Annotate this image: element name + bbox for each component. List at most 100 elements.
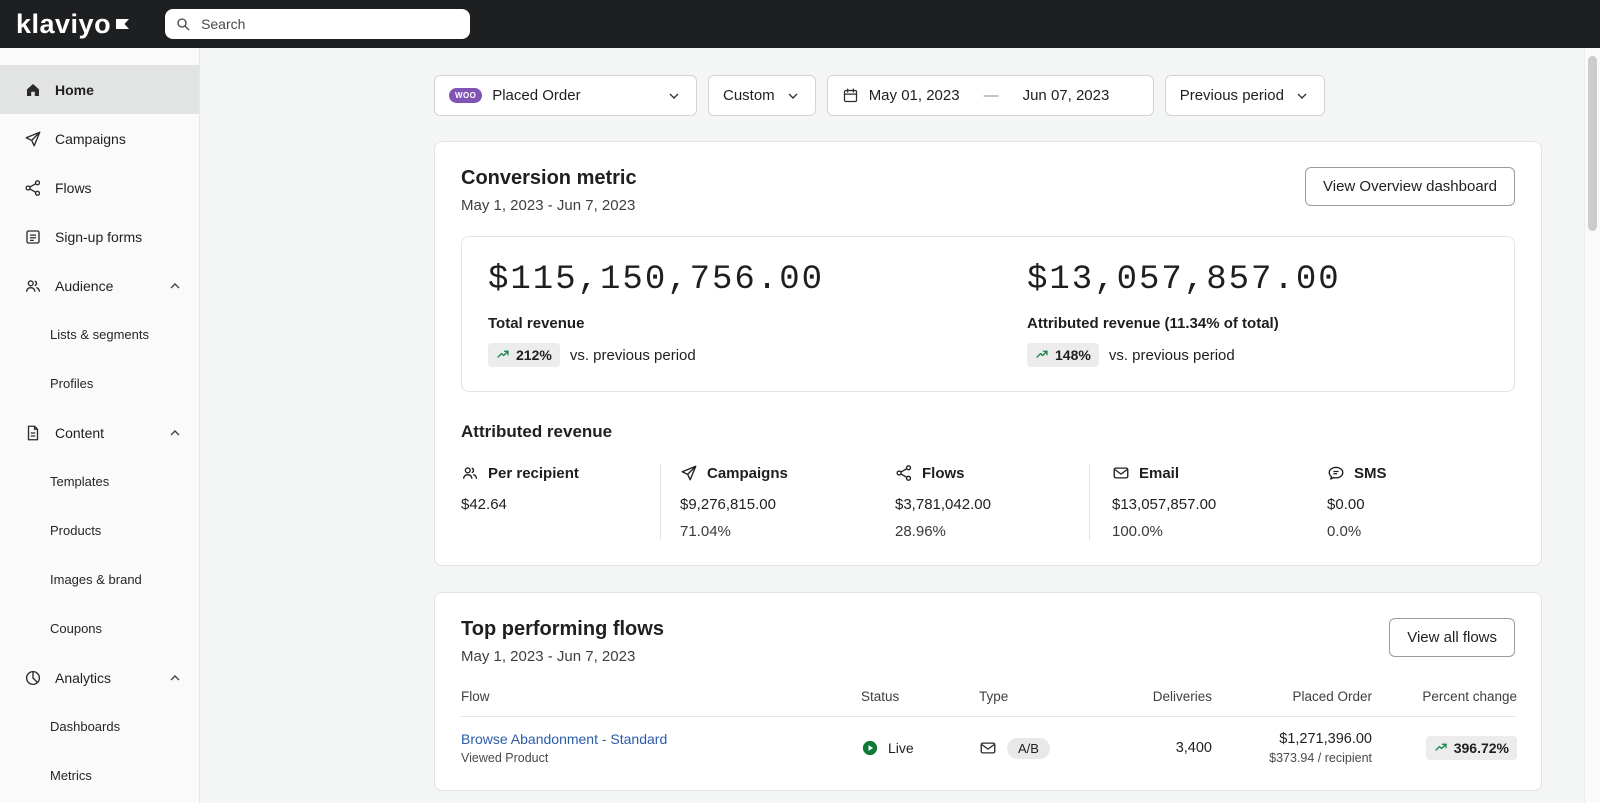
breakdown-col-campaigns: Campaigns $9,276,815.00 71.04%: [660, 464, 895, 540]
calendar-icon: [842, 87, 859, 104]
sidebar-item-products[interactable]: Products: [0, 506, 199, 555]
breakdown-percent: 71.04%: [680, 523, 731, 540]
sidebar-item-campaigns[interactable]: Campaigns: [0, 114, 199, 163]
woocommerce-badge: WOO: [449, 88, 483, 103]
flow-trigger: Viewed Product: [461, 751, 549, 765]
breakdown-label: SMS: [1354, 464, 1387, 482]
date-range-picker[interactable]: May 01, 2023 — Jun 07, 2023: [826, 75, 1154, 116]
compare-period-select[interactable]: Previous period: [1164, 75, 1325, 116]
chevron-up-icon: [167, 425, 183, 441]
breakdown-value: $9,276,815.00: [680, 496, 776, 513]
sidebar-item-images-brand[interactable]: Images & brand: [0, 555, 199, 604]
breakdown-percent: 100.0%: [1112, 523, 1163, 540]
attributed-revenue-heading: Attributed revenue: [461, 422, 613, 441]
klaviyo-app: klaviyo Home Campaigns Flows: [0, 0, 1600, 803]
total-revenue-value: $115,150,756.00: [488, 261, 825, 299]
form-icon: [24, 228, 42, 246]
sidebar-item-coupons[interactable]: Coupons: [0, 604, 199, 653]
breakdown-value: $0.00: [1327, 496, 1365, 513]
card-date-range: May 1, 2023 - Jun 7, 2023: [461, 648, 636, 665]
breakdown-col-sms: SMS $0.00 0.0%: [1327, 464, 1515, 541]
percent-change-badge: 396.72%: [1425, 736, 1517, 760]
pie-icon: [24, 669, 42, 687]
card-date-range: May 1, 2023 - Jun 7, 2023: [461, 197, 636, 214]
sidebar-item-flows[interactable]: Flows: [0, 163, 199, 212]
sidebar-item-audience[interactable]: Audience: [0, 261, 199, 310]
send-icon: [24, 130, 42, 148]
change-percent: 212%: [516, 347, 552, 363]
trend-up-icon: [1035, 348, 1049, 362]
card-title: Top performing flows: [461, 618, 664, 640]
date-start[interactable]: May 01, 2023: [869, 87, 960, 104]
conversion-metric-select[interactable]: WOO Placed Order: [434, 75, 697, 116]
top-performing-flows-card: Top performing flows May 1, 2023 - Jun 7…: [434, 592, 1542, 791]
sms-icon: [1327, 464, 1345, 482]
sidebar-item-templates[interactable]: Templates: [0, 457, 199, 506]
col-status-header: Status: [861, 689, 900, 704]
scrollbar-thumb[interactable]: [1588, 56, 1597, 231]
klaviyo-logo[interactable]: klaviyo: [16, 8, 131, 39]
sidebar-item-label: Sign-up forms: [55, 228, 143, 245]
sidebar-item-signup-forms[interactable]: Sign-up forms: [0, 212, 199, 261]
breakdown-percent: 28.96%: [895, 523, 946, 540]
breakdown-label: Email: [1139, 464, 1180, 482]
breakdown-value: $13,057,857.00: [1112, 496, 1217, 513]
sidebar-item-lists-segments[interactable]: Lists & segments: [0, 310, 199, 359]
attributed-revenue-change-badge: 148%: [1027, 343, 1099, 367]
percent-change-cell: 396.72%: [1372, 736, 1517, 760]
chevron-down-icon: [666, 88, 682, 104]
sidebar-item-content[interactable]: Content: [0, 408, 199, 457]
breakdown-value: $42.64: [461, 496, 507, 513]
sidebar-item-label: Flows: [55, 179, 92, 196]
attributed-revenue-block: $13,057,857.00 Attributed revenue (11.34…: [1027, 261, 1488, 367]
flows-table-header: Flow Status Type Deliveries Placed Order…: [461, 689, 1517, 717]
flows-icon: [895, 464, 913, 482]
trend-up-icon: [496, 348, 510, 362]
top-bar: klaviyo: [0, 0, 1600, 48]
email-icon: [1112, 464, 1130, 482]
main-area: WOO Placed Order Custom May 01, 2023 — J…: [200, 48, 1600, 803]
sidebar-item-label: Coupons: [50, 621, 103, 636]
sidebar-item-label: Products: [50, 523, 102, 538]
search-input[interactable]: [199, 15, 461, 33]
filter-bar: WOO Placed Order Custom May 01, 2023 — J…: [434, 75, 1542, 116]
view-overview-dashboard-button[interactable]: View Overview dashboard: [1305, 167, 1515, 206]
table-row: Browse Abandonment - Standard Viewed Pro…: [461, 717, 1517, 765]
date-separator: —: [983, 87, 999, 104]
sidebar-item-label: Content: [55, 424, 105, 441]
breakdown-col-per-recipient: Per recipient $42.64: [461, 464, 660, 540]
logo-text: klaviyo: [16, 8, 112, 39]
total-revenue-block: $115,150,756.00 Total revenue 212% vs. p…: [488, 261, 1027, 367]
sidebar-item-label: Dashboards: [50, 719, 121, 734]
attributed-revenue-label: Attributed revenue (11.34% of total): [1027, 315, 1279, 332]
live-play-icon: [861, 739, 879, 757]
sidebar-item-profiles[interactable]: Profiles: [0, 359, 199, 408]
card-title: Conversion metric: [461, 167, 637, 189]
col-type-header: Type: [979, 689, 1009, 704]
sidebar-item-home[interactable]: Home: [0, 65, 199, 114]
flow-link[interactable]: Browse Abandonment - Standard: [461, 731, 861, 747]
sidebar-item-dashboards[interactable]: Dashboards: [0, 702, 199, 751]
date-end[interactable]: Jun 07, 2023: [1023, 87, 1110, 104]
home-icon: [24, 81, 42, 99]
metric-select-value: Placed Order: [492, 87, 581, 104]
status-badge: Live: [888, 740, 914, 756]
sidebar-item-analytics[interactable]: Analytics: [0, 653, 199, 702]
type-cell: A/B: [979, 737, 1109, 759]
conversion-metric-card: Conversion metric May 1, 2023 - Jun 7, 2…: [434, 141, 1542, 566]
total-revenue-label: Total revenue: [488, 315, 585, 332]
document-icon: [24, 424, 42, 442]
attributed-revenue-value: $13,057,857.00: [1027, 261, 1341, 299]
view-all-flows-button[interactable]: View all flows: [1389, 618, 1515, 657]
change-suffix: vs. previous period: [569, 346, 696, 364]
breakdown-col-email: Email $13,057,857.00 100.0%: [1089, 464, 1327, 540]
sidebar-item-label: Analytics: [55, 669, 112, 686]
sidebar-item-metrics[interactable]: Metrics: [0, 751, 199, 800]
chevron-up-icon: [167, 670, 183, 686]
vertical-scrollbar[interactable]: [1584, 48, 1600, 803]
change-percent: 396.72%: [1453, 740, 1509, 756]
date-range-type-select[interactable]: Custom: [708, 75, 816, 116]
sidebar-item-label: Profiles: [50, 376, 94, 391]
global-search[interactable]: [165, 9, 471, 39]
chevron-up-icon: [167, 278, 183, 294]
